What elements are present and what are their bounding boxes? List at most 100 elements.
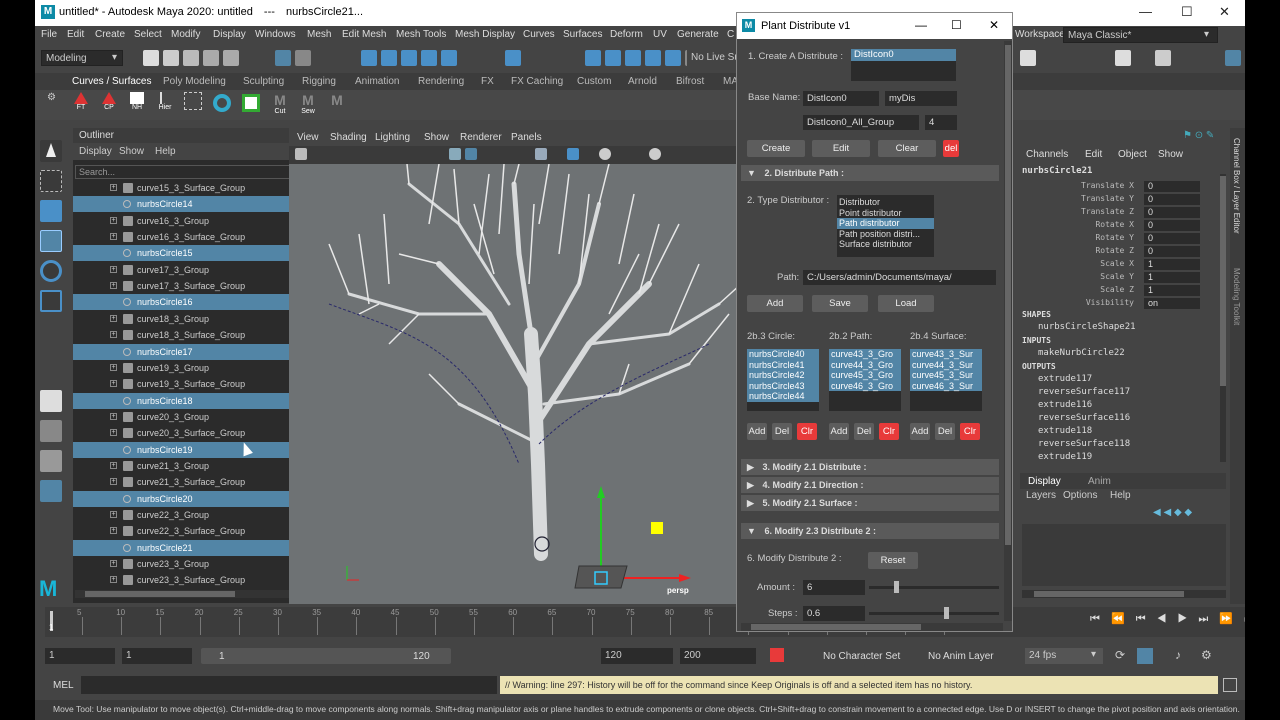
circle-list[interactable]: nurbsCircle40 nurbsCircle41 nurbsCircle42 n… [747, 349, 819, 411]
menu-generate[interactable]: Generate [677, 29, 719, 40]
section-distribute-path[interactable]: ▼ 2. Distribute Path : [741, 165, 999, 181]
menu-modify[interactable]: Modify [171, 29, 200, 40]
amount-slider-handle[interactable] [894, 581, 899, 593]
cb-attr-name[interactable]: Rotate X [1042, 220, 1134, 229]
xray-icon[interactable] [535, 148, 547, 160]
cb-output-item[interactable]: extrude119 [1038, 452, 1092, 462]
snap-plane-icon[interactable] [421, 50, 437, 66]
section-modify-distribute[interactable]: ▶ 3. Modify 2.1 Distribute : [741, 459, 999, 475]
cb-attr-value[interactable]: 0 [1144, 246, 1200, 257]
cb-input-item[interactable]: makeNurbCircle22 [1038, 348, 1125, 358]
outliner-row[interactable]: nurbsCircle15 [73, 245, 307, 262]
maximize-icon[interactable]: ☐ [1181, 4, 1193, 20]
surface-list[interactable]: curve43_3_Sur curve44_3_Sur curve45_3_Sur c… [910, 349, 982, 411]
shelf-tab-bifrost[interactable]: Bifrost [676, 76, 704, 87]
steps-field[interactable]: 0.6 [803, 606, 865, 621]
layer-tab-anim[interactable]: Anim [1088, 476, 1111, 487]
layer-menu-layers[interactable]: Layers [1026, 490, 1056, 501]
type-distributor-list[interactable]: Distributor Point distributor Path distrib… [837, 195, 934, 257]
vp-menu-lighting[interactable]: Lighting [375, 132, 410, 143]
list-item[interactable]: curve43_3_Sur [910, 349, 982, 360]
list-item[interactable]: curve43_3_Gro [829, 349, 901, 360]
load-path-button[interactable]: Load [878, 295, 934, 312]
list-item[interactable]: curve46_3_Sur [910, 380, 982, 391]
expand-icon[interactable]: + [110, 560, 117, 568]
outliner-row[interactable]: nurbsCircle18 [73, 392, 307, 409]
scale-tool-icon[interactable] [40, 290, 62, 312]
ipr-icon[interactable] [605, 50, 621, 66]
expand-icon[interactable]: + [110, 429, 117, 437]
snap-surface-icon[interactable] [441, 50, 457, 66]
render-view-icon[interactable] [665, 50, 681, 66]
cb-attr-name[interactable]: Visibility [1042, 298, 1134, 307]
path-add-button[interactable]: Add [829, 423, 849, 440]
outliner-row[interactable]: + curve20_3_Group [73, 409, 307, 425]
outliner-row[interactable]: + curve23_3_Group [73, 556, 307, 572]
layer-hscrollbar[interactable] [1022, 590, 1226, 598]
expand-icon[interactable]: + [110, 184, 117, 191]
shelf-button-surface[interactable] [239, 92, 263, 118]
outliner-search-input[interactable]: Search... [75, 165, 307, 179]
shelf-tab-custom[interactable]: Custom [577, 76, 611, 87]
cb-attr-name[interactable]: Rotate Z [1042, 246, 1134, 255]
section-modify-surface[interactable]: ▶ 5. Modify 2.1 Surface : [741, 495, 999, 511]
shelf-button-ft[interactable]: FT [69, 92, 93, 118]
expand-icon[interactable]: + [110, 461, 117, 469]
cb-menu-object[interactable]: Object [1118, 149, 1147, 160]
outliner-hscrollbar[interactable] [75, 590, 307, 598]
outliner-layout-icon[interactable] [40, 480, 62, 502]
expand-icon[interactable]: + [110, 216, 117, 224]
new-scene-icon[interactable] [143, 50, 159, 66]
menu-file[interactable]: File [41, 29, 57, 40]
path-clr-button[interactable]: Clr [879, 423, 899, 440]
menu-cache[interactable]: C [727, 29, 734, 40]
fps-dropdown[interactable]: 24 fps ▾ [1025, 648, 1103, 664]
add-path-button[interactable]: Add [747, 295, 803, 312]
shaded-icon[interactable] [567, 148, 579, 160]
shelf-tab-curves-surfaces[interactable]: Curves / Surfaces [72, 76, 151, 87]
key-settings-icon[interactable] [1137, 648, 1153, 664]
select-by-hierarchy-icon[interactable] [275, 50, 291, 66]
vp-menu-renderer[interactable]: Renderer [460, 132, 502, 143]
del-button[interactable]: del [943, 140, 959, 157]
anim-layer-label[interactable]: No Anim Layer [928, 651, 994, 662]
cb-attr-value[interactable]: 0 [1144, 233, 1200, 244]
script-editor-icon[interactable] [1223, 678, 1237, 692]
outliner-menu-help[interactable]: Help [155, 146, 176, 157]
range-start-field[interactable]: 1 [122, 648, 192, 664]
outliner-row[interactable]: + curve15_3_Surface_Group [73, 180, 307, 196]
path-list[interactable]: curve43_3_Gro curve44_3_Gro curve45_3_Gro c… [829, 349, 901, 411]
group-name-field[interactable]: DistIcon0_All_Group [803, 115, 919, 130]
layer-menu-options[interactable]: Options [1063, 490, 1097, 501]
range-slider[interactable]: 1 120 [201, 648, 451, 664]
select-tool-icon[interactable] [40, 140, 62, 162]
cb-menu-channels[interactable]: Channels [1026, 149, 1068, 160]
create-distribute-item[interactable]: DistIcon0 [851, 49, 956, 61]
menu-edit-mesh[interactable]: Edit Mesh [342, 29, 386, 40]
menu-create[interactable]: Create [95, 29, 125, 40]
end-frame-field[interactable]: 200 [680, 648, 756, 664]
loop-icon[interactable]: ⟳ [1115, 648, 1125, 662]
list-item[interactable]: nurbsCircle44 [747, 391, 819, 402]
expand-icon[interactable]: + [110, 576, 117, 584]
outliner-row[interactable]: + curve17_3_Surface_Group [73, 278, 307, 294]
outliner-row[interactable]: + curve18_3_Group [73, 311, 307, 327]
paint-select-icon[interactable] [40, 200, 62, 222]
expand-icon[interactable]: + [110, 282, 117, 290]
cb-output-item[interactable]: reverseSurface116 [1038, 413, 1130, 423]
shelf-tab-fx-caching[interactable]: FX Caching [511, 76, 563, 87]
shelf-button-sew[interactable]: M Sew [296, 92, 320, 118]
reset-button[interactable]: Reset [868, 552, 918, 569]
list-item[interactable]: Point distributor [837, 208, 934, 219]
shelf-tab-fx[interactable]: FX [481, 76, 494, 87]
snap-curve-icon[interactable] [381, 50, 397, 66]
list-item[interactable]: Path position distri... [837, 229, 934, 240]
cb-attr-name[interactable]: Scale X [1042, 259, 1134, 268]
menu-windows[interactable]: Windows [255, 29, 296, 40]
pause-icon[interactable] [1115, 50, 1131, 66]
auto-key-icon[interactable] [770, 648, 784, 662]
layout-icon[interactable] [1020, 50, 1036, 66]
list-item[interactable]: nurbsCircle41 [747, 359, 819, 370]
menu-surfaces[interactable]: Surfaces [563, 29, 602, 40]
cb-scrollbar[interactable] [1220, 174, 1226, 462]
